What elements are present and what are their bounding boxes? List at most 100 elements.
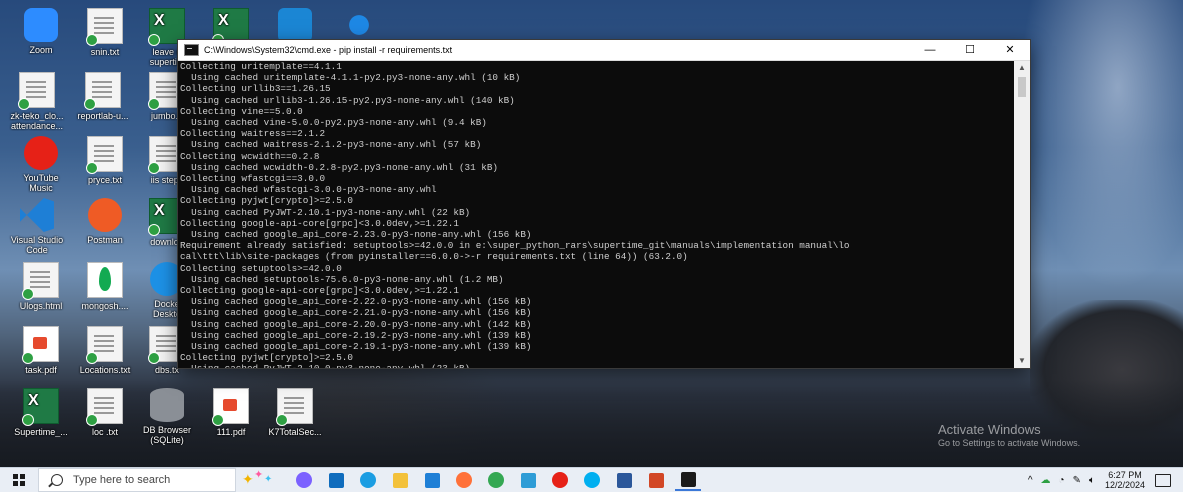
taskbar-app-chrome[interactable]	[483, 469, 509, 491]
desktop-icon[interactable]: Ulogs.html	[8, 262, 74, 311]
text-file-icon	[86, 326, 123, 364]
taskbar-app-powerpoint[interactable]	[643, 469, 669, 491]
desktop-icon-label: Ulogs.html	[19, 301, 63, 311]
taskbar-app-vscode[interactable]	[419, 469, 445, 491]
taskbar: ✦✦✦ ^ ☁ ◔ ✎ 🔈︎ 6:27 PM 12/2/2024	[0, 467, 1183, 492]
desktop-icon[interactable]: task.pdf	[8, 326, 74, 375]
mongodb-leaf-icon	[87, 262, 123, 298]
desktop-icon-label: Visual Studio	[10, 235, 64, 245]
firefox-icon	[456, 472, 472, 488]
text-file-icon	[18, 72, 55, 110]
search-highlight-icon[interactable]: ✦ ✦ ✦	[240, 469, 280, 491]
cmd-window[interactable]: C:\Windows\System32\cmd.exe - pip instal…	[178, 40, 1030, 368]
vertical-scrollbar[interactable]: ▲ ▼	[1014, 61, 1030, 368]
desktop-icon[interactable]: Locations.txt	[72, 326, 138, 375]
desktop-icon[interactable]: Postman	[72, 198, 138, 245]
desktop-icon-label: DB Browser	[142, 425, 191, 435]
taskbar-app-firefox[interactable]	[451, 469, 477, 491]
clock-date: 12/2/2024	[1104, 480, 1145, 490]
desktop-icon[interactable]: mongosh....	[72, 262, 138, 311]
desktop-icon-label: attendance...	[10, 121, 64, 131]
minimize-button[interactable]: —	[910, 40, 950, 60]
clock-time: 6:27 PM	[1108, 470, 1142, 480]
desktop-icon-label: Music	[29, 183, 53, 193]
scroll-up-icon[interactable]: ▲	[1014, 61, 1030, 75]
cmd-window-title: C:\Windows\System32\cmd.exe - pip instal…	[204, 45, 453, 55]
console-line: Using cached PyJWT-2.10.1-py3-none-any.w…	[180, 206, 471, 218]
spreadsheet-icon	[22, 388, 59, 426]
edge-icon	[360, 472, 376, 488]
wifi-icon[interactable]: ◔	[1059, 475, 1065, 486]
network-app-icon[interactable]: ☁	[1041, 475, 1051, 486]
console-line: Collecting uritemplate==4.1.1	[180, 61, 342, 72]
volume-icon[interactable]: 🔈︎	[1089, 475, 1095, 486]
search-input[interactable]	[71, 473, 215, 487]
scrollbar-thumb[interactable]	[1018, 77, 1026, 97]
console-line: Collecting wfastcgi==3.0.0	[180, 173, 326, 185]
pen-icon[interactable]: ✎	[1073, 475, 1081, 486]
sync-check-icon	[212, 414, 224, 426]
desktop-icon-label: Code	[26, 245, 48, 255]
desktop-icon[interactable]: reportlab-u...	[70, 72, 136, 121]
close-button[interactable]: ✕	[990, 40, 1030, 60]
console-line: Using cached google_api_core-2.23.0-py3-…	[180, 229, 532, 241]
sync-check-icon	[22, 414, 34, 426]
taskbar-app-file-explorer[interactable]	[387, 469, 413, 491]
desktop-icon[interactable]: DB Browser (SQLite)	[134, 388, 200, 445]
text-file-icon	[22, 262, 59, 300]
console-output[interactable]: Collecting uritemplate==4.1.1 Using cach…	[178, 61, 1016, 368]
console-line: Collecting google-api-core[grpc]<3.0.0de…	[180, 217, 459, 229]
desktop-icon[interactable]: Visual Studio Code	[4, 198, 70, 255]
console-line: Collecting waitress==2.1.2	[180, 128, 326, 140]
desktop-icon[interactable]: zk-teko_clo... attendance...	[4, 72, 70, 131]
taskbar-app-youtube-music[interactable]	[547, 469, 573, 491]
taskbar-search[interactable]	[38, 468, 236, 492]
console-line: Requirement already satisfied: setuptool…	[180, 240, 850, 252]
desktop-icon[interactable]: snin.txt	[72, 8, 138, 57]
desktop-icon[interactable]: YouTube Music	[8, 136, 74, 193]
desktop-icon-label: snin.txt	[90, 47, 120, 57]
text-file-icon	[86, 8, 123, 46]
console-line: Using cached google_api_core-2.21.0-py3-…	[180, 307, 532, 319]
console-line: Collecting vine==5.0.0	[180, 105, 303, 117]
notifications-icon[interactable]	[1155, 473, 1171, 487]
console-line: Using cached google_api_core-2.20.0-py3-…	[180, 318, 532, 330]
shortcut-arrow-icon	[342, 8, 376, 42]
desktop-icon[interactable]: pryce.txt	[72, 136, 138, 185]
powerpoint-icon	[648, 472, 664, 488]
taskbar-app-outlook[interactable]	[323, 469, 349, 491]
taskbar-app-edge[interactable]	[355, 469, 381, 491]
console-line: Collecting setuptools>=42.0.0	[180, 262, 342, 274]
taskbar-app-paint[interactable]	[515, 469, 541, 491]
system-tray: ^ ☁ ◔ ✎ 🔈︎ 6:27 PM 12/2/2024	[1024, 468, 1183, 492]
desktop-icon-label: 111.pdf	[216, 427, 246, 437]
maximize-button[interactable]: ☐	[950, 40, 990, 60]
desktop-icon[interactable]: K7TotalSec...	[262, 388, 328, 437]
outlook-icon	[328, 472, 344, 488]
cmd-titlebar[interactable]: C:\Windows\System32\cmd.exe - pip instal…	[178, 40, 1030, 61]
scroll-down-icon[interactable]: ▼	[1014, 354, 1030, 368]
desktop-icon[interactable]: Zoom	[8, 8, 74, 55]
desktop-icon[interactable]: loc .txt	[72, 388, 138, 437]
word-icon	[616, 472, 632, 488]
desktop-icon-label: Zoom	[29, 45, 53, 55]
console-line: Using cached google_api_core-2.22.0-py3-…	[180, 296, 532, 308]
taskbar-app-command-prompt[interactable]	[675, 469, 701, 491]
start-button[interactable]	[0, 468, 38, 492]
desktop-icon[interactable]: 111.pdf	[198, 388, 264, 437]
youtube-music-icon	[552, 472, 568, 488]
console-line: Collecting urllib3==1.26.15	[180, 83, 331, 95]
console-line: Collecting pyjwt[crypto]>=2.5.0	[180, 352, 353, 364]
desktop-icon[interactable]: Supertime_...	[8, 388, 74, 437]
sync-check-icon	[22, 352, 34, 364]
taskbar-app-word[interactable]	[611, 469, 637, 491]
taskbar-app-copilot[interactable]	[291, 469, 317, 491]
clock[interactable]: 6:27 PM 12/2/2024	[1105, 470, 1145, 490]
sync-check-icon	[86, 34, 98, 46]
database-icon	[150, 388, 184, 422]
taskbar-app-skype[interactable]	[579, 469, 605, 491]
desktop-icon-label: Postman	[87, 235, 123, 245]
tray-overflow-icon[interactable]: ^	[1028, 475, 1033, 486]
text-file-icon	[84, 72, 121, 110]
pdf-icon	[22, 326, 59, 364]
